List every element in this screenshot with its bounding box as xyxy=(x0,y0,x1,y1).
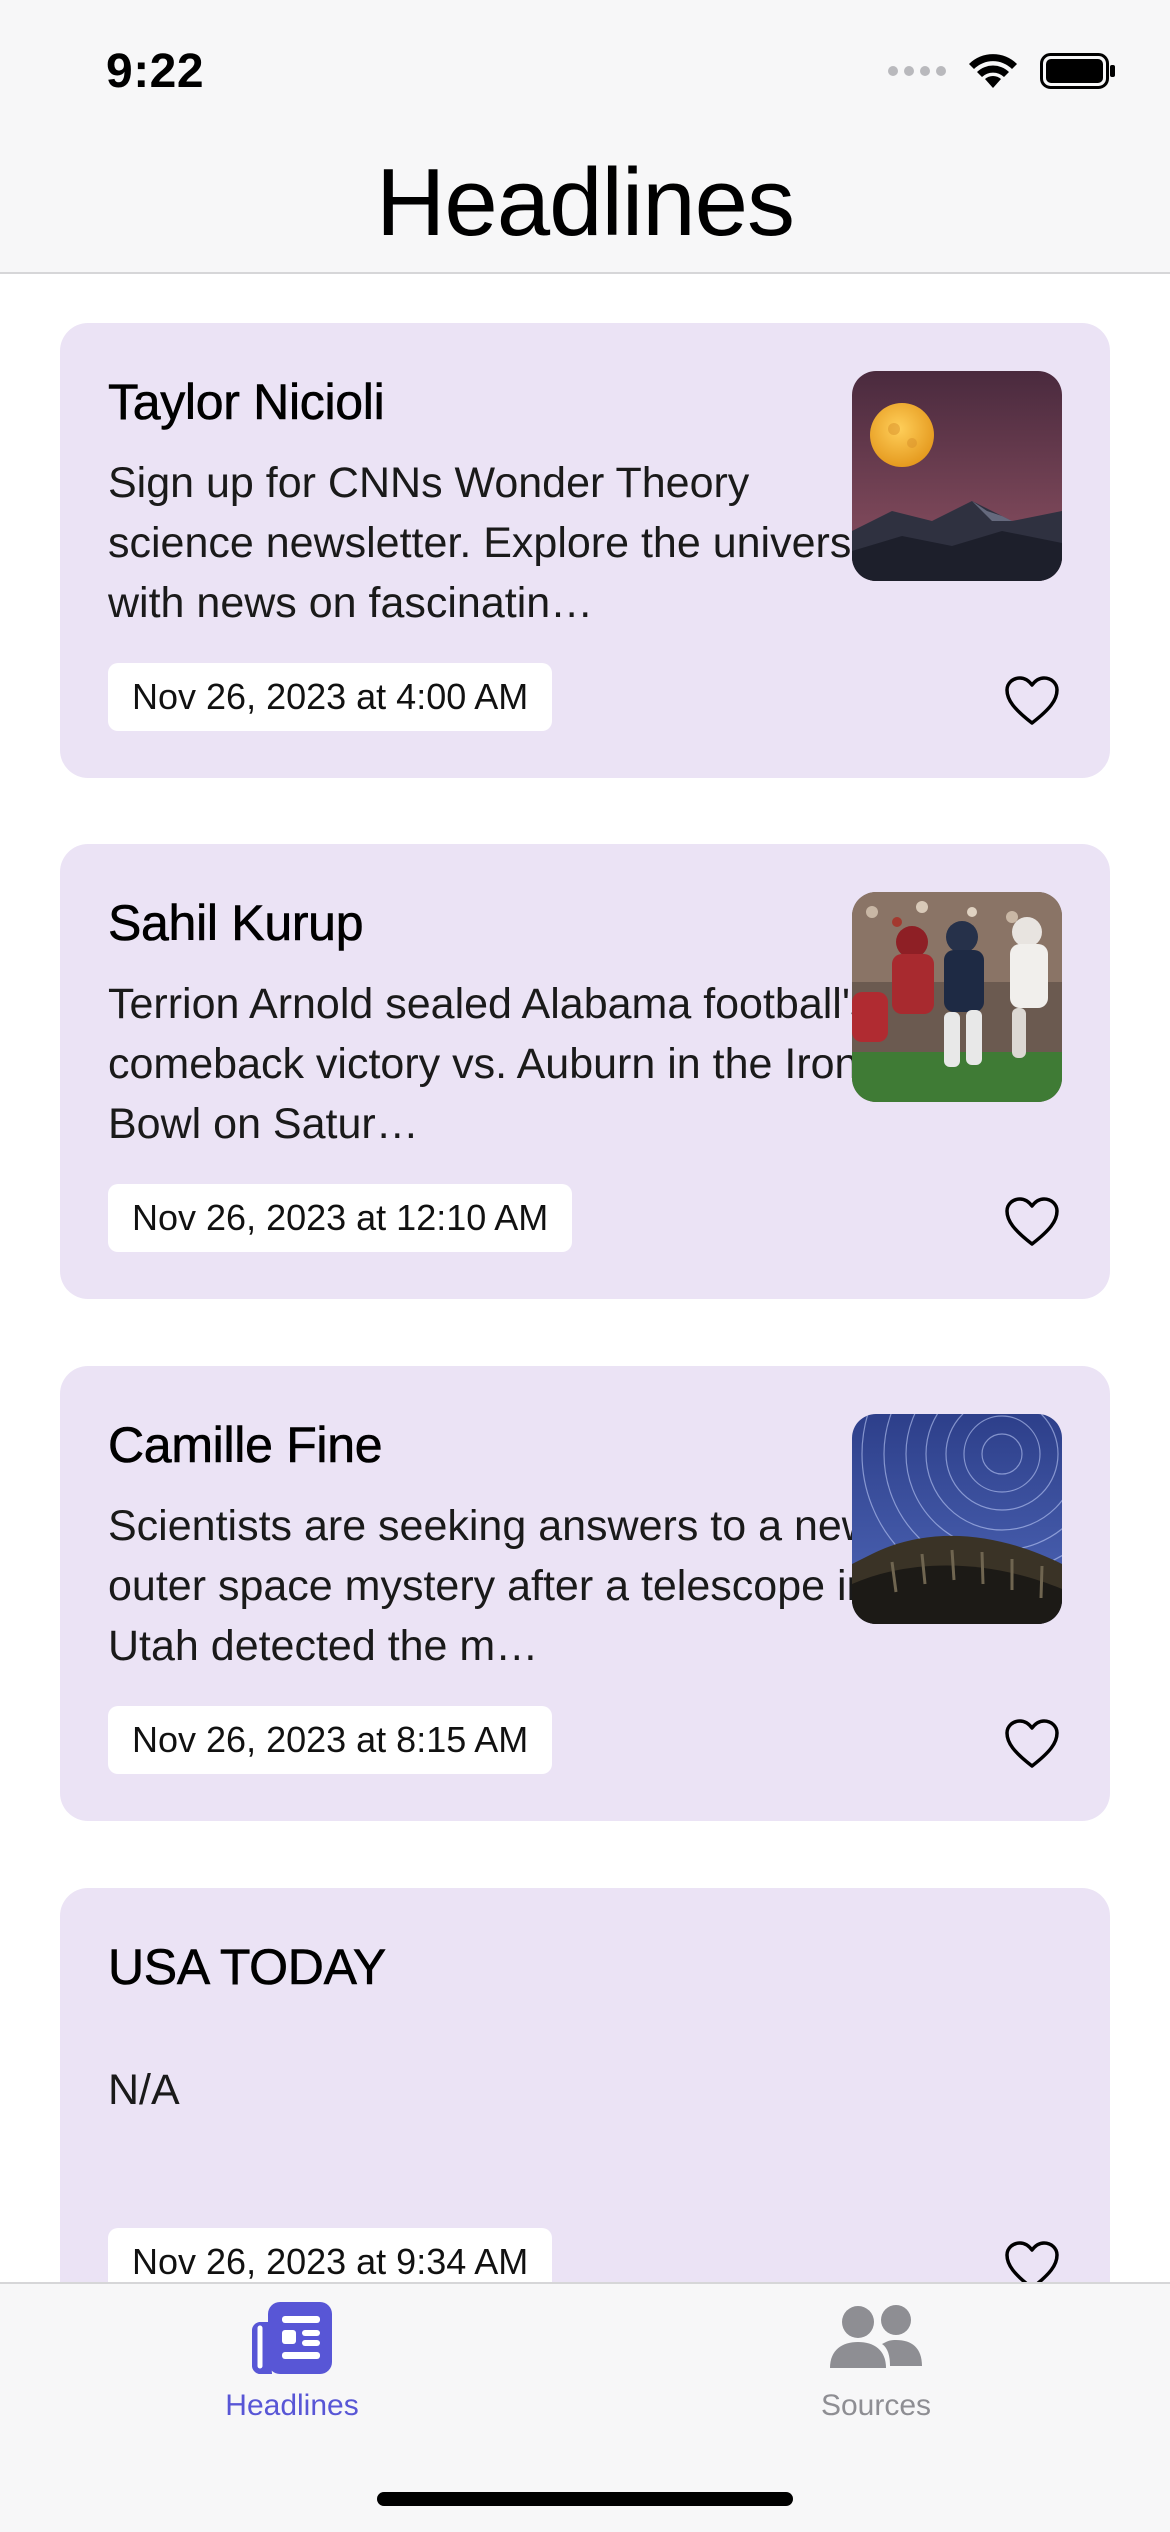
article-card[interactable]: Sahil Kurup Terrion Arnold sealed Alabam… xyxy=(60,844,1110,1299)
tab-sources[interactable]: Sources xyxy=(746,2300,1006,2423)
tab-headlines[interactable]: Headlines xyxy=(162,2300,422,2423)
article-description: Scientists are seeking answers to a new … xyxy=(108,1502,873,1670)
headlines-list[interactable]: Taylor Nicioli Sign up for CNNs Wonder T… xyxy=(0,276,1170,2282)
article-author: Camille Fine xyxy=(108,1417,383,1474)
battery-icon xyxy=(1040,53,1115,89)
heart-icon[interactable] xyxy=(1004,675,1060,727)
tab-sources-label: Sources xyxy=(820,2389,932,2422)
nav-header: 9:22 Headlines xyxy=(0,0,1170,274)
article-description: Terrion Arnold sealed Alabama football's… xyxy=(108,980,872,1148)
status-icons xyxy=(888,52,1116,90)
article-date: Nov 26, 2023 at 9:34 AM xyxy=(108,2228,553,2282)
article-description: N/A xyxy=(108,2066,180,2114)
article-card[interactable]: Taylor Nicioli Sign up for CNNs Wonder T… xyxy=(60,323,1110,778)
cellular-signal-icon xyxy=(888,66,946,76)
article-thumbnail xyxy=(852,892,1062,1102)
article-author: Taylor Nicioli xyxy=(108,374,385,431)
article-author: USA TODAY xyxy=(108,1939,387,1996)
heart-icon[interactable] xyxy=(1004,1718,1060,1770)
article-description: Sign up for CNNs Wonder Theory science n… xyxy=(108,459,876,627)
newspaper-icon xyxy=(252,2302,332,2374)
status-time: 9:22 xyxy=(106,45,205,98)
article-thumbnail xyxy=(852,1414,1062,1624)
heart-icon[interactable] xyxy=(1004,2240,1060,2282)
heart-icon[interactable] xyxy=(1004,1196,1060,1248)
page-title: Headlines xyxy=(376,149,795,256)
people-icon xyxy=(830,2305,922,2368)
article-date: Nov 26, 2023 at 12:10 AM xyxy=(108,1184,573,1252)
wifi-icon xyxy=(969,54,1017,88)
home-indicator xyxy=(377,2492,793,2506)
article-card[interactable]: USA TODAY N/A Nov 26, 2023 at 9:34 AM xyxy=(60,1888,1110,2282)
article-card[interactable]: Camille Fine Scientists are seeking answ… xyxy=(60,1366,1110,1821)
article-thumbnail xyxy=(852,371,1062,581)
article-date: Nov 26, 2023 at 8:15 AM xyxy=(108,1706,553,1774)
tab-headlines-label: Headlines xyxy=(225,2389,359,2422)
app-screen: 9:22 Headlines Taylor Nicioli Sign up fo… xyxy=(0,0,1170,2532)
article-date: Nov 26, 2023 at 4:00 AM xyxy=(108,663,553,731)
article-author: Sahil Kurup xyxy=(108,895,364,952)
